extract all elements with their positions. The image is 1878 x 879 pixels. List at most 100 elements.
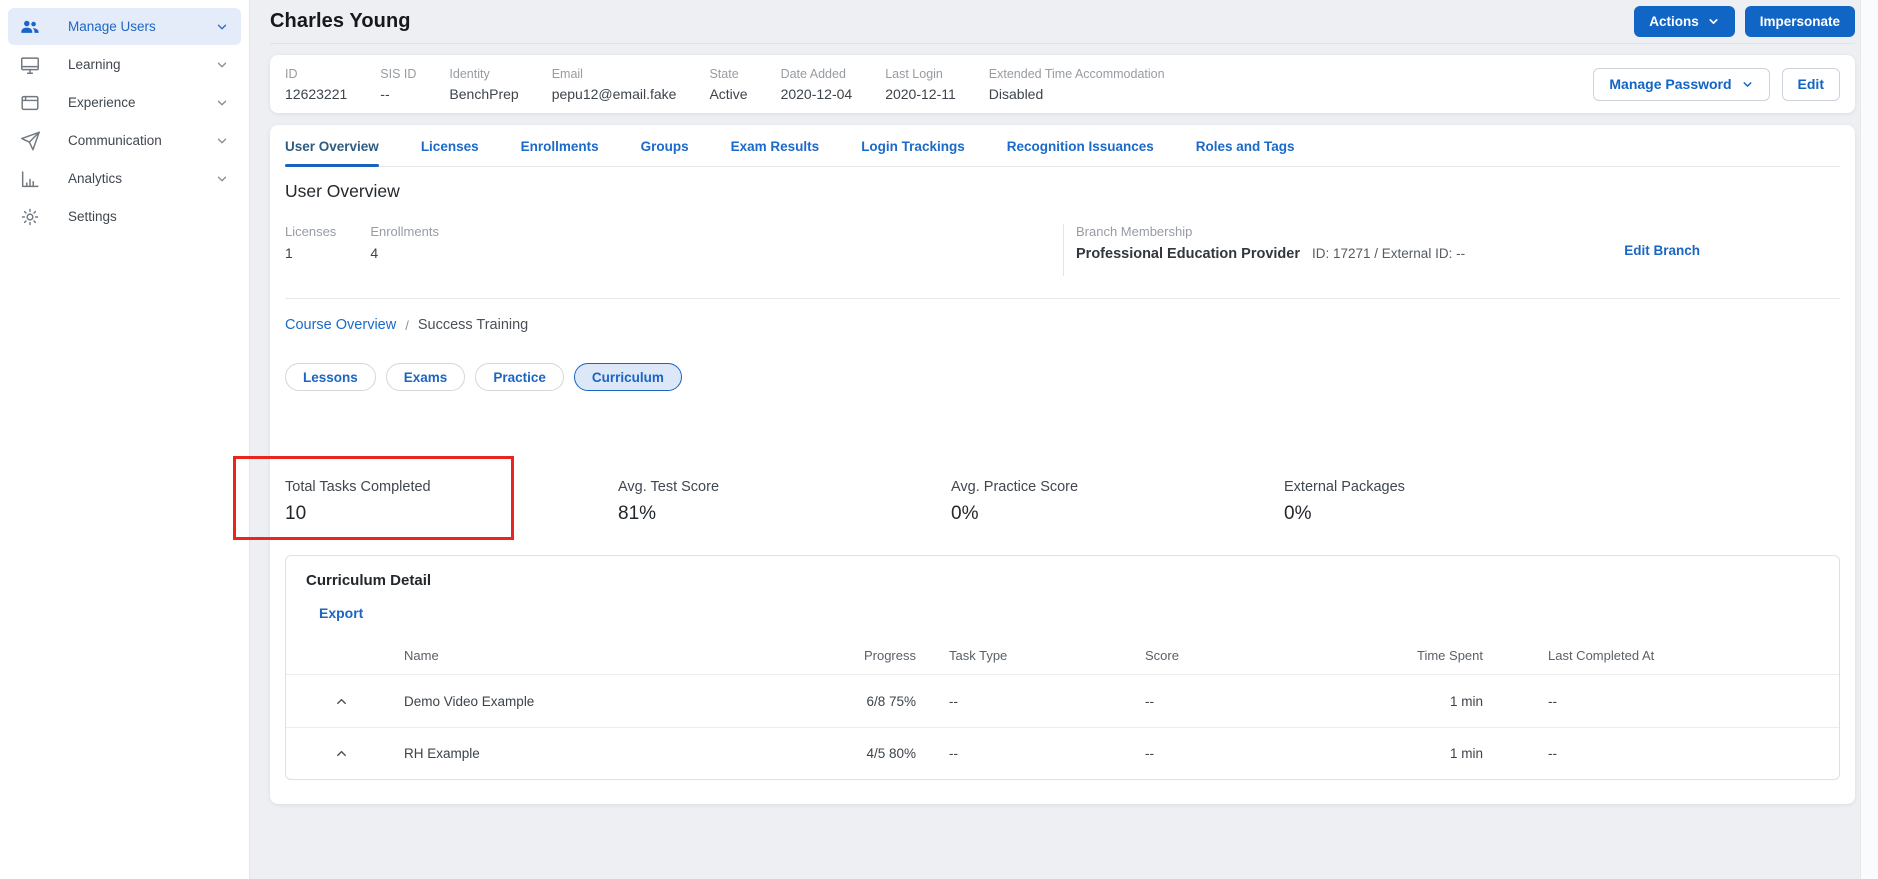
actions-button[interactable]: Actions: [1634, 6, 1735, 37]
breadcrumb: Course Overview / Success Training: [285, 317, 1840, 333]
stat-external-packages: External Packages 0%: [1284, 479, 1617, 525]
info-field-date-added: Date Added 2020-12-04: [781, 67, 853, 102]
actions-button-label: Actions: [1649, 14, 1699, 29]
stat-value: 0%: [1284, 503, 1312, 524]
sidebar-item-experience[interactable]: Experience: [8, 84, 241, 121]
breadcrumb-course-overview-link[interactable]: Course Overview: [285, 317, 396, 333]
column-header-name: Name: [404, 648, 439, 663]
sidebar-item-analytics[interactable]: Analytics: [8, 160, 241, 197]
field-value: 12623221: [285, 85, 348, 102]
cell-progress: 6/8 75%: [866, 693, 916, 709]
stat-value: 10: [285, 503, 307, 524]
tab-enrollments[interactable]: Enrollments: [521, 125, 599, 166]
chevron-down-icon: [215, 172, 229, 186]
tab-licenses[interactable]: Licenses: [421, 125, 479, 166]
count-value: 1: [285, 245, 293, 261]
field-value: pepu12@email.fake: [551, 85, 677, 102]
scrollbar-track[interactable]: [1860, 0, 1878, 879]
chevron-up-icon: [334, 694, 349, 709]
pill-lessons[interactable]: Lessons: [285, 363, 376, 391]
licenses-count: Licenses 1: [285, 224, 336, 276]
stat-label: Avg. Test Score: [618, 479, 720, 495]
field-value: BenchPrep: [449, 85, 519, 102]
field-label: Email: [551, 66, 583, 81]
edit-branch-link[interactable]: Edit Branch: [1624, 243, 1700, 258]
manage-password-button[interactable]: Manage Password: [1593, 67, 1770, 101]
sidebar-item-learning[interactable]: Learning: [8, 46, 241, 83]
column-header-last-completed-at: Last Completed At: [1548, 648, 1655, 663]
branch-membership: Branch Membership Professional Education…: [1063, 224, 1840, 276]
field-label: SIS ID: [380, 66, 417, 81]
stat-label: Total Tasks Completed: [285, 479, 431, 495]
sidebar-item-manage-users[interactable]: Manage Users: [8, 8, 241, 45]
column-header-task-type: Task Type: [949, 648, 1008, 663]
export-link[interactable]: Export: [319, 605, 363, 621]
pill-exams[interactable]: Exams: [385, 363, 466, 391]
sidebar-item-settings[interactable]: Settings: [8, 198, 241, 235]
user-info-card: ID 12623221 SIS ID -- Identity BenchPrep…: [270, 55, 1855, 113]
chevron-down-icon: [215, 96, 229, 110]
tab-login-trackings[interactable]: Login Trackings: [861, 125, 965, 166]
bar-chart-icon: [18, 167, 42, 191]
info-field-last-login: Last Login 2020-12-11: [885, 67, 956, 102]
chevron-down-icon: [215, 58, 229, 72]
curriculum-detail-title: Curriculum Detail: [306, 572, 432, 589]
branch-ids: ID: 17271 / External ID: --: [1312, 246, 1466, 261]
sidebar-item-communication[interactable]: Communication: [8, 122, 241, 159]
field-value: 2020-12-11: [885, 85, 956, 102]
stat-avg-test-score: Avg. Test Score 81%: [618, 479, 951, 525]
cell-last-completed-at: --: [1548, 693, 1557, 709]
impersonate-button-label: Impersonate: [1759, 14, 1840, 29]
sidebar-item-label: Communication: [68, 133, 162, 148]
field-label: Identity: [449, 66, 490, 81]
stat-value: 81%: [618, 503, 657, 524]
sidebar-item-label: Settings: [68, 209, 117, 224]
user-info-fields: ID 12623221 SIS ID -- Identity BenchPrep…: [285, 67, 1165, 102]
curriculum-table: Name Progress Task Type Score Time Spent…: [286, 637, 1839, 779]
field-value: Disabled: [988, 85, 1044, 102]
tab-exam-results[interactable]: Exam Results: [731, 125, 820, 166]
edit-button[interactable]: Edit: [1781, 67, 1840, 101]
tabs: User Overview Licenses Enrollments Group…: [285, 125, 1840, 167]
cell-score: --: [1145, 746, 1154, 761]
sidebar-item-label: Analytics: [68, 171, 123, 186]
cell-name: Demo Video Example: [404, 693, 535, 709]
info-field-sis-id: SIS ID --: [380, 67, 416, 102]
monitor-icon: [18, 53, 42, 77]
cell-task-type: --: [949, 746, 958, 761]
divider: [285, 298, 1840, 299]
branch-name: Professional Education Provider: [1076, 246, 1300, 262]
info-field-identity: Identity BenchPrep: [449, 67, 518, 102]
tab-recognition-issuances[interactable]: Recognition Issuances: [1007, 125, 1154, 166]
cell-task-type: --: [949, 693, 958, 709]
curriculum-detail-card: Curriculum Detail Export Name Progress T…: [285, 555, 1840, 780]
stat-avg-practice-score: Avg. Practice Score 0%: [951, 479, 1284, 525]
tab-roles-and-tags[interactable]: Roles and Tags: [1196, 125, 1295, 166]
pill-practice[interactable]: Practice: [475, 363, 564, 391]
stat-value: 0%: [951, 503, 979, 524]
info-field-extended-time: Extended Time Accommodation Disabled: [989, 67, 1165, 102]
cell-time-spent: 1 min: [1449, 746, 1483, 761]
stat-label: External Packages: [1284, 479, 1405, 495]
paper-plane-icon: [18, 129, 42, 153]
tab-groups[interactable]: Groups: [641, 125, 689, 166]
section-heading: User Overview: [285, 181, 400, 201]
user-overview-card: User Overview Licenses Enrollments Group…: [270, 125, 1855, 804]
enrollments-count: Enrollments 4: [370, 224, 439, 276]
column-header-progress: Progress: [863, 648, 916, 663]
page-title: Charles Young: [270, 10, 411, 32]
impersonate-button[interactable]: Impersonate: [1744, 6, 1855, 37]
tab-user-overview[interactable]: User Overview: [285, 125, 379, 167]
pill-curriculum[interactable]: Curriculum: [573, 363, 682, 391]
breadcrumb-current: Success Training: [417, 317, 529, 333]
overview-row: Licenses 1 Enrollments 4 Branch Membersh…: [285, 224, 1840, 276]
chevron-down-icon: [1707, 15, 1720, 28]
sidebar-item-label: Learning: [68, 57, 121, 72]
collapse-row-button[interactable]: [286, 746, 396, 761]
field-value: Active: [709, 85, 748, 102]
collapse-row-button[interactable]: [286, 694, 396, 709]
info-field-email: Email pepu12@email.fake: [552, 67, 677, 102]
sidebar-item-label: Experience: [68, 95, 136, 110]
cell-progress: 4/5 80%: [866, 746, 916, 761]
count-label: Enrollments: [370, 224, 439, 239]
